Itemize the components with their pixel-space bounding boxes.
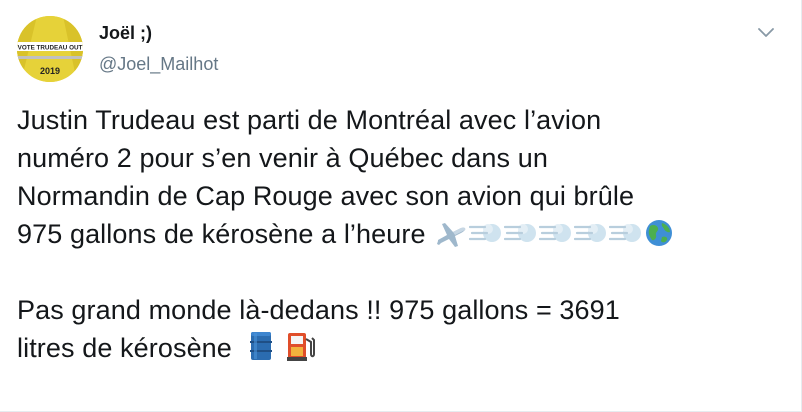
oil-drum-icon bbox=[248, 330, 274, 372]
chevron-down-icon[interactable] bbox=[757, 26, 775, 40]
author-block[interactable]: Joël ;) @Joel_Mailhot bbox=[99, 22, 218, 75]
dash-icon bbox=[609, 218, 643, 258]
tweet-card: VOTE TRUDEAU OUT 2019 Joël ;) @Joel_Mail… bbox=[0, 0, 802, 412]
dash-icon bbox=[574, 218, 608, 258]
tweet-line-4: 975 gallons de kérosène a l’heure bbox=[17, 215, 787, 253]
airplane-icon bbox=[434, 218, 468, 258]
tweet-line-4-text: 975 gallons de kérosène a l’heure bbox=[17, 219, 426, 249]
tweet-line-3: Normandin de Cap Rouge avec son avion qu… bbox=[17, 181, 635, 211]
tweet-line-5: Pas grand monde là-dedans !! 975 gallons… bbox=[17, 295, 620, 325]
avatar-year: 2019 bbox=[40, 66, 60, 76]
avatar-badge-text: VOTE TRUDEAU OUT bbox=[18, 45, 83, 52]
dash-icon bbox=[539, 218, 573, 258]
tweet-text: Justin Trudeau est parti de Montréal ave… bbox=[17, 101, 787, 367]
author-handle[interactable]: @Joel_Mailhot bbox=[99, 53, 218, 75]
fuel-pump-icon bbox=[285, 330, 317, 372]
dash-icon bbox=[504, 218, 538, 258]
tweet-line-6-text: litres de kérosène bbox=[17, 333, 232, 363]
tweet-line-2: numéro 2 pour s’en venir à Québec dans u… bbox=[17, 143, 548, 173]
tweet-line-6: litres de kérosène bbox=[17, 329, 787, 367]
author-name[interactable]: Joël ;) bbox=[99, 22, 218, 44]
globe-icon bbox=[644, 218, 674, 258]
avatar-image: VOTE TRUDEAU OUT 2019 bbox=[17, 16, 83, 82]
dash-icon bbox=[469, 218, 503, 258]
avatar[interactable]: VOTE TRUDEAU OUT 2019 bbox=[17, 16, 83, 82]
tweet-line-1: Justin Trudeau est parti de Montréal ave… bbox=[17, 105, 602, 135]
